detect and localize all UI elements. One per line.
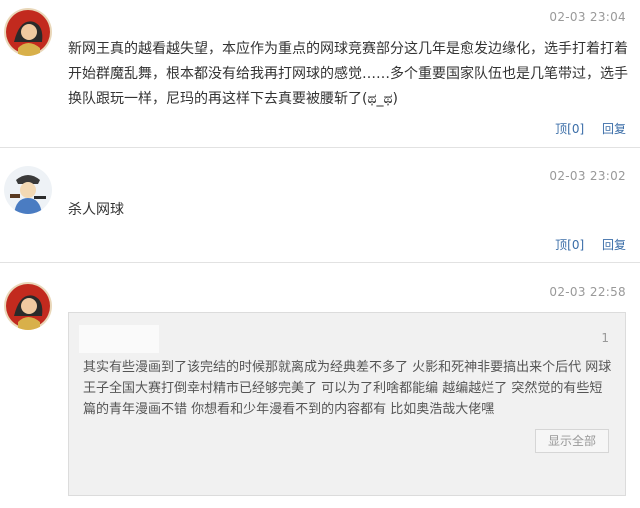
- upvote-link[interactable]: 顶[0]: [555, 122, 584, 136]
- show-all-button[interactable]: 显示全部: [535, 429, 609, 453]
- user-avatar[interactable]: [4, 8, 52, 56]
- reply-link[interactable]: 回复: [602, 238, 626, 252]
- divider: [0, 147, 640, 148]
- comment-text: 新网王真的越看越失望，本应作为重点的网球竞赛部分这几年是愈发边缘化，选手打着打着…: [68, 41, 628, 107]
- quoted-reply: 1 其实有些漫画到了该完结的时候那就离成为经典差不多了 火影和死神非要搞出来个后…: [68, 312, 626, 496]
- comment-time: 02-03 23:04: [549, 10, 626, 24]
- reply-link[interactable]: 回复: [602, 122, 626, 136]
- comment-time: 02-03 22:58: [549, 285, 626, 299]
- comment-actions: 顶[0] 回复: [541, 236, 626, 253]
- user-avatar[interactable]: [4, 166, 52, 214]
- floor-number: 1: [601, 331, 609, 345]
- user-avatar[interactable]: [4, 282, 52, 330]
- comment-actions: 顶[0] 回复: [541, 120, 626, 137]
- quoted-text: 其实有些漫画到了该完结的时候那就离成为经典差不多了 火影和死神非要搞出来个后代 …: [83, 360, 612, 417]
- comment-time: 02-03 23:02: [549, 169, 626, 183]
- quoted-user: [79, 325, 159, 353]
- upvote-link[interactable]: 顶[0]: [555, 238, 584, 252]
- comment-text: 杀人网球: [68, 202, 124, 218]
- divider: [0, 262, 640, 263]
